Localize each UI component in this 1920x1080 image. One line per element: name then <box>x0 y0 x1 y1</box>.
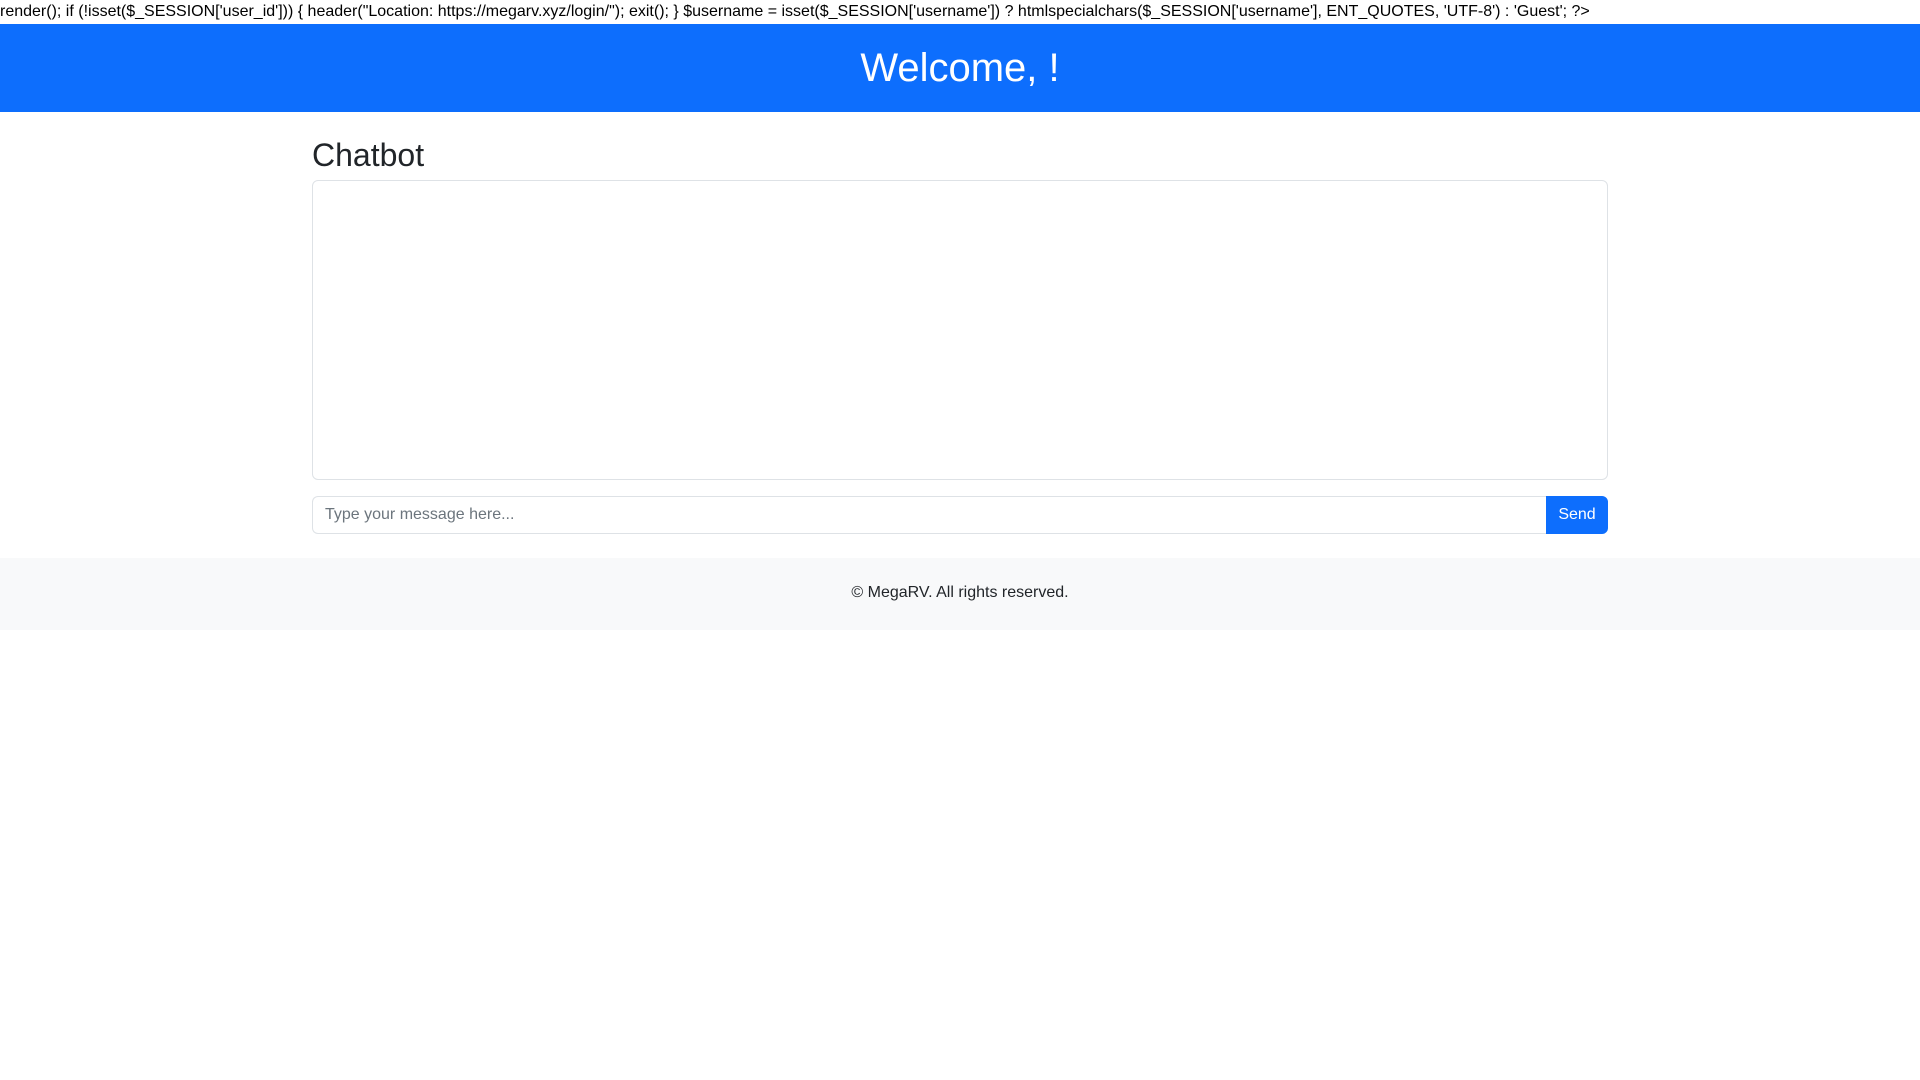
site-footer: © MegaRV. All rights reserved. <box>0 558 1920 630</box>
site-header: Welcome, ! <box>0 24 1920 112</box>
send-button[interactable]: Send <box>1546 496 1608 534</box>
chatbot-title: Chatbot <box>312 137 425 173</box>
welcome-title: Welcome, ! <box>860 45 1060 90</box>
message-input[interactable] <box>312 496 1546 534</box>
copyright-text: © MegaRV. All rights reserved. <box>851 584 1069 601</box>
raw-php-code-text: render(); if (!isset($_SESSION['user_id'… <box>0 3 1590 20</box>
message-input-group: Send <box>312 496 1608 534</box>
main-container: Chatbot Send <box>312 112 1608 534</box>
chat-messages-box[interactable] <box>312 180 1608 480</box>
